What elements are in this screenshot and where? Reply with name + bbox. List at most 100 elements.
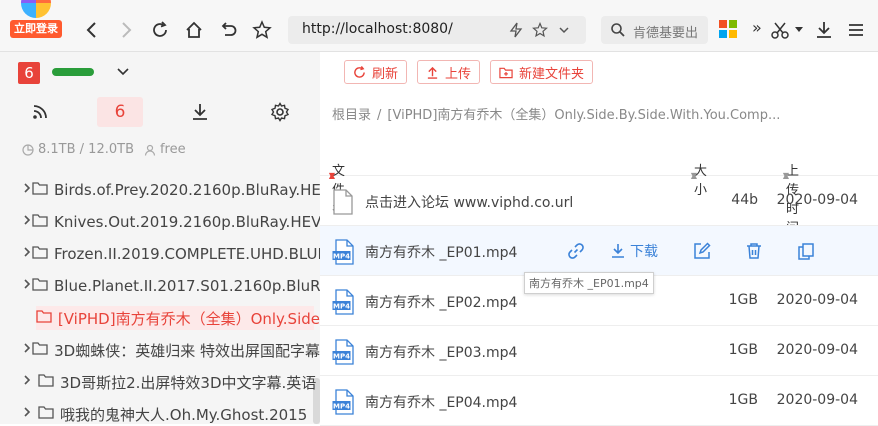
mp4-file-icon: MP4 <box>332 239 356 269</box>
folder-icon <box>32 341 48 359</box>
action-bar: 刷新 上传 新建文件夹 <box>344 60 594 84</box>
file-date: 2020-09-04 <box>776 342 858 358</box>
new-folder-button[interactable]: 新建文件夹 <box>490 60 594 84</box>
tab-downloads[interactable] <box>188 97 212 127</box>
drive-name-redacted[interactable] <box>52 68 94 76</box>
file-name[interactable]: 点击进入论坛 www.viphd.co.url <box>365 192 573 212</box>
storage-used: 8.1TB / 12.0TB <box>38 142 134 157</box>
trash-icon <box>747 243 761 259</box>
file-name[interactable]: 南方有乔木 _EP01.mp4 <box>365 242 517 262</box>
download-button[interactable]: 下载 <box>610 238 658 264</box>
mp4-file-icon: MP4 <box>332 389 356 419</box>
copy-button[interactable] <box>794 238 818 264</box>
folder-tree-label: 哦我的鬼神大人.Oh.My.Ghost.2015 <box>60 405 308 424</box>
file-name[interactable]: 南方有乔木 _EP03.mp4 <box>365 342 517 362</box>
more-extensions-button[interactable]: » <box>752 18 762 37</box>
file-row[interactable]: MP4 南方有乔木 _EP04.mp4 1GB 2020-09-04 <box>320 376 878 426</box>
file-date: 2020-09-04 <box>776 392 858 408</box>
undo-icon <box>221 22 237 36</box>
tab-rss[interactable] <box>28 97 52 127</box>
pie-chart-icon <box>22 143 34 156</box>
file-name[interactable]: 南方有乔木 _EP02.mp4 <box>365 292 517 312</box>
breadcrumb-root[interactable]: 根目录 <box>332 108 371 123</box>
file-size: 1GB <box>728 392 758 408</box>
screenshot-dropdown-icon[interactable] <box>795 27 803 33</box>
upload-label: 上传 <box>445 66 472 82</box>
upload-button[interactable]: 上传 <box>417 60 481 84</box>
file-row[interactable]: 点击进入论坛 www.viphd.co.url 44b 2020-09-04 <box>320 176 878 226</box>
folder-tree-label: Knives.Out.2019.2160p.BluRay.HEVC <box>54 213 320 231</box>
address-bar[interactable]: http://localhost:8080/ <box>288 16 586 44</box>
scissors-icon <box>771 22 789 39</box>
back-button[interactable] <box>80 18 104 42</box>
rss-icon <box>33 105 47 119</box>
chevron-right-icon[interactable] <box>22 278 32 294</box>
folder-icon <box>32 245 48 263</box>
copy-link-button[interactable] <box>564 238 588 264</box>
search-icon <box>611 23 625 37</box>
folder-tree-item[interactable]: Blue.Planet.II.2017.S01.2160p.BluRay <box>0 270 320 302</box>
folder-tree-item[interactable]: Frozen.II.2019.COMPLETE.UHD.BLURAY <box>0 238 320 270</box>
drive-badge[interactable]: 6 <box>18 62 40 84</box>
windows-apps-icon[interactable] <box>719 20 737 38</box>
browser-logo[interactable]: 立即登录 <box>10 0 62 40</box>
download-label: 下载 <box>630 244 658 260</box>
reload-icon <box>153 21 167 37</box>
file-name[interactable]: 南方有乔木 _EP04.mp4 <box>365 392 517 412</box>
edit-button[interactable] <box>690 238 714 264</box>
link-icon <box>568 243 584 259</box>
search-box[interactable]: 肯德基要出 <box>601 16 708 44</box>
sidebar-tabs: 6 <box>0 97 320 127</box>
search-input[interactable]: 肯德基要出 <box>633 22 698 41</box>
folder-tree-label: Frozen.II.2019.COMPLETE.UHD.BLURAY <box>54 245 320 263</box>
screenshot-button[interactable] <box>768 18 792 42</box>
folder-icon <box>32 181 48 199</box>
folder-plus-icon <box>499 67 513 78</box>
chevron-right-icon[interactable] <box>22 214 32 230</box>
folder-tree-item[interactable]: 3D哥斯拉2.出屏特效3D中文字幕.英语 <box>0 366 320 398</box>
folder-tree-item[interactable]: Birds.of.Prey.2020.2160p.BluRay.HEVC <box>0 174 320 206</box>
folder-tree-item[interactable]: [ViPHD]南方有乔木（全集）Only.Side <box>0 302 320 334</box>
chevron-right-icon[interactable] <box>22 182 32 198</box>
svg-text:MP4: MP4 <box>333 302 350 310</box>
login-badge[interactable]: 立即登录 <box>10 20 62 38</box>
folder-tree-item[interactable]: 哦我的鬼神大人.Oh.My.Ghost.2015 <box>0 398 320 424</box>
breadcrumb-current[interactable]: [ViPHD]南方有乔木（全集）Only.Side.By.Side.With.Y… <box>387 108 780 123</box>
file-row[interactable]: MP4 南方有乔木 _EP01.mp4 下载 南方有乔木 _EP01.mp4 <box>320 226 878 294</box>
bookmark-star-button[interactable] <box>250 18 274 42</box>
favorite-star-icon[interactable] <box>532 22 548 38</box>
folder-icon <box>38 405 54 423</box>
forward-button[interactable] <box>114 18 138 42</box>
home-button[interactable] <box>182 18 206 42</box>
tab-settings[interactable] <box>268 97 292 127</box>
tab-drive[interactable]: 6 <box>97 97 143 127</box>
copy-icon <box>798 243 814 260</box>
folder-tree-item[interactable]: Knives.Out.2019.2160p.BluRay.HEVC <box>0 206 320 238</box>
url-file-icon <box>332 189 354 219</box>
chevron-right-icon[interactable] <box>22 374 38 390</box>
chevron-right-icon[interactable] <box>22 342 32 358</box>
menu-button[interactable] <box>844 18 868 42</box>
breadcrumb-separator: / <box>377 108 382 123</box>
chevron-right-icon[interactable] <box>22 246 32 262</box>
file-row[interactable]: MP4 南方有乔木 _EP03.mp4 1GB 2020-09-04 <box>320 326 878 376</box>
new-folder-label: 新建文件夹 <box>519 66 585 82</box>
home-icon <box>186 21 202 38</box>
undo-close-tab-button[interactable] <box>216 18 240 42</box>
downloads-button[interactable] <box>812 18 836 42</box>
folder-tree-item[interactable]: 3D蜘蛛侠：英雄归来 特效出屏国配字幕 <box>0 334 320 366</box>
browser-logo-icon <box>21 0 51 18</box>
delete-button[interactable] <box>742 238 766 264</box>
file-panel: 刷新 上传 新建文件夹 根目录 / [ViPHD]南方有乔木（全集）Only.Sid… <box>320 52 878 426</box>
refresh-button[interactable]: 刷新 <box>344 60 408 84</box>
chevron-down-icon[interactable] <box>558 24 570 36</box>
chevron-right-icon[interactable] <box>22 406 38 422</box>
svg-text:MP4: MP4 <box>333 352 350 360</box>
reload-button[interactable] <box>148 18 172 42</box>
lightning-icon[interactable] <box>508 22 524 38</box>
breadcrumb: 根目录 / [ViPHD]南方有乔木（全集）Only.Side.By.Side.Wi… <box>332 104 872 123</box>
address-url[interactable]: http://localhost:8080/ <box>302 21 453 37</box>
drive-chevron-down-icon[interactable] <box>116 66 130 78</box>
table-header: 文件名 ▲▼ 大小 ▲▼ 上传时间 ▲▼ <box>320 136 878 236</box>
file-date: 2020-09-04 <box>776 192 858 208</box>
